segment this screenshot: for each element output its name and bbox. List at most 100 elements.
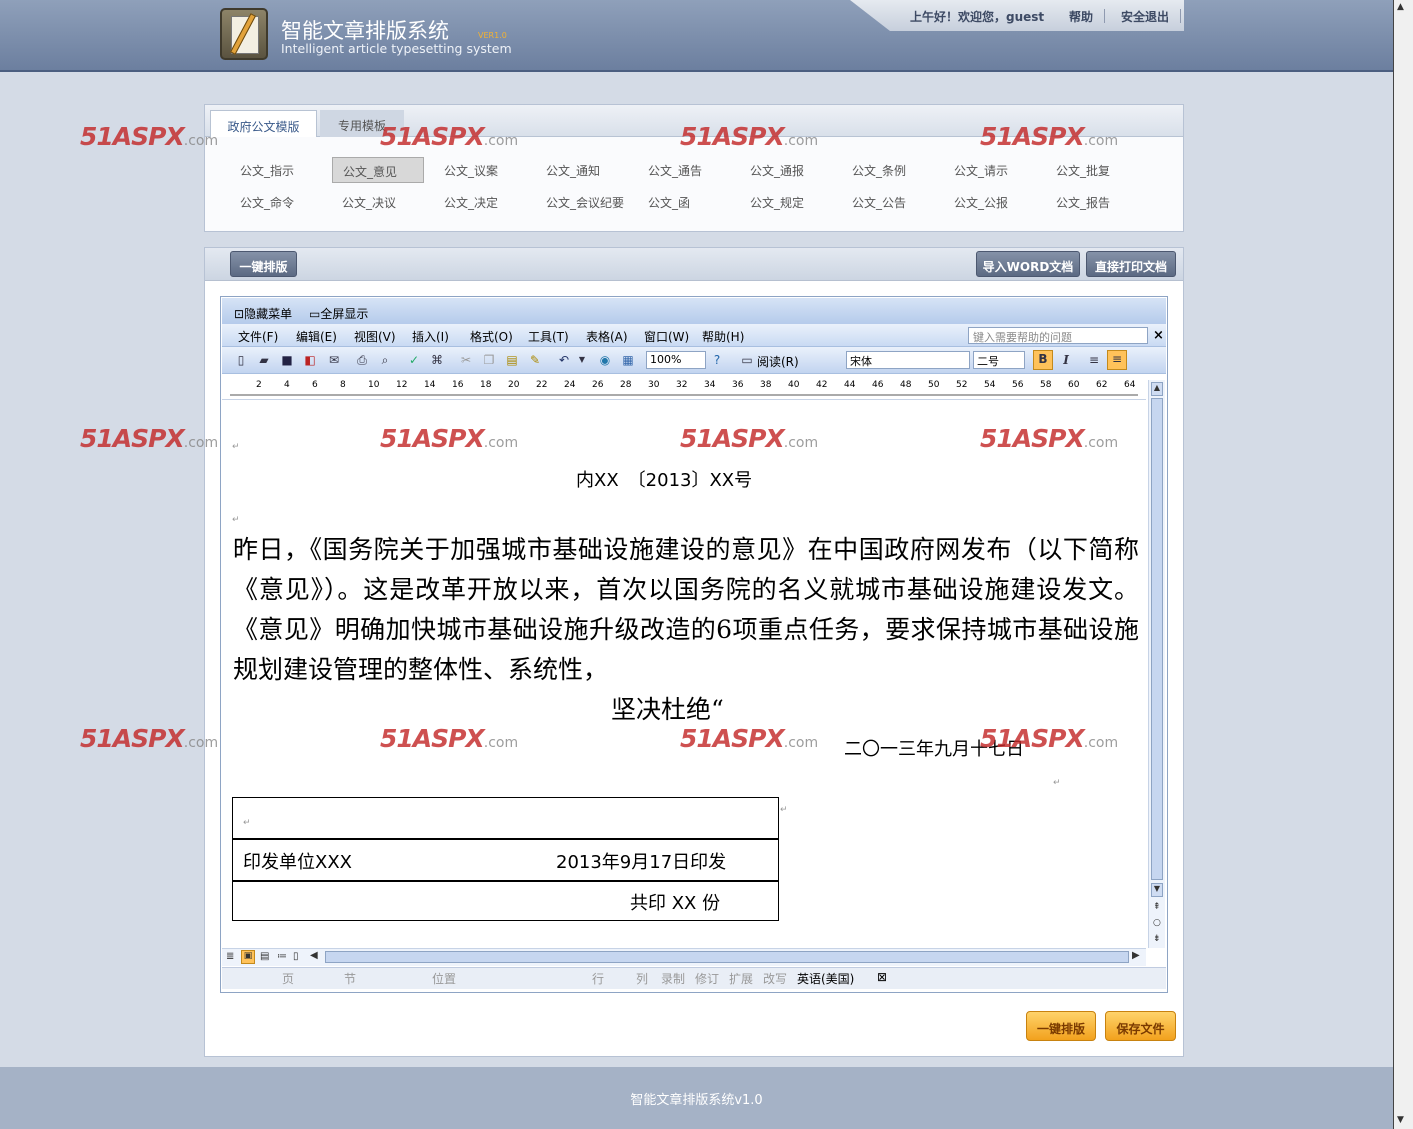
template-link[interactable]: 公文_议案: [434, 157, 526, 183]
template-link[interactable]: 公文_报告: [1046, 189, 1138, 215]
status-overwrite[interactable]: 改写: [763, 970, 787, 987]
scroll-thumb[interactable]: [325, 951, 1129, 963]
menu-file[interactable]: 文件(F): [238, 328, 278, 345]
template-link[interactable]: 公文_会议纪要: [536, 189, 636, 215]
research-icon[interactable]: ⌘: [429, 352, 445, 368]
template-link[interactable]: 公文_规定: [740, 189, 832, 215]
copy-icon[interactable]: ❐: [481, 352, 497, 368]
help-link[interactable]: 帮助: [1069, 8, 1093, 25]
undo-icon[interactable]: ↶: [556, 352, 572, 368]
save-file-button[interactable]: 保存文件: [1105, 1011, 1176, 1041]
ruler-tick-label: 22: [536, 380, 548, 390]
watermark-logo: 51ASPX.com: [680, 424, 819, 453]
menu-insert[interactable]: 插入(I): [412, 328, 449, 345]
reading-view-icon[interactable]: ▯: [293, 951, 299, 962]
close-icon[interactable]: ×: [1153, 328, 1164, 343]
browse-object-icon[interactable]: ○: [1153, 918, 1161, 928]
paste-icon[interactable]: ▤: [504, 352, 520, 368]
template-link[interactable]: 公文_请示: [944, 157, 1036, 183]
menu-table[interactable]: 表格(A): [586, 328, 628, 345]
fullscreen-button[interactable]: ▭全屏显示: [309, 305, 368, 322]
spelling-status-icon[interactable]: ⊠: [877, 970, 887, 984]
hide-menu-button[interactable]: ⊡隐藏菜单: [234, 305, 292, 322]
format-painter-icon[interactable]: ✎: [527, 352, 543, 368]
font-size-select[interactable]: 二号: [973, 351, 1025, 369]
hyperlink-icon[interactable]: ◉: [597, 352, 613, 368]
status-record[interactable]: 录制: [661, 970, 685, 987]
cut-icon[interactable]: ✂: [458, 352, 474, 368]
new-document-icon[interactable]: ▯: [233, 352, 249, 368]
menu-window[interactable]: 窗口(W): [644, 328, 689, 345]
status-revise[interactable]: 修订: [695, 970, 719, 987]
template-link[interactable]: 公文_决定: [434, 189, 526, 215]
scroll-down-icon[interactable]: ▼: [1397, 1115, 1404, 1125]
ruler-tick-label: 14: [424, 380, 436, 390]
page-view-icon[interactable]: ▣: [241, 950, 255, 964]
status-extend[interactable]: 扩展: [729, 970, 753, 987]
ruler-tick-label: 48: [900, 380, 912, 390]
scroll-left-icon[interactable]: ◀: [310, 950, 318, 961]
align-left-icon[interactable]: ≡: [1086, 352, 1102, 368]
template-link[interactable]: 公文_命令: [230, 189, 322, 215]
watermark-logo: 51ASPX.com: [980, 424, 1119, 453]
template-link[interactable]: 公文_公报: [944, 189, 1036, 215]
one-click-format-button[interactable]: 一键排版: [230, 251, 297, 277]
menu-view[interactable]: 视图(V): [354, 328, 396, 345]
template-link-selected[interactable]: 公文_意见: [332, 157, 424, 183]
save-disk-icon[interactable]: ■: [279, 352, 295, 368]
align-center-icon[interactable]: ≡: [1107, 350, 1127, 370]
print-icon[interactable]: ⎙: [354, 352, 370, 368]
scroll-down-icon[interactable]: ▼: [1151, 883, 1163, 897]
print-document-button[interactable]: 直接打印文档: [1086, 251, 1176, 277]
bottom-one-click-format-button[interactable]: 一键排版: [1026, 1011, 1096, 1041]
menu-tools[interactable]: 工具(T): [528, 328, 569, 345]
status-position: 位置: [432, 972, 457, 986]
table-icon[interactable]: ▦: [620, 352, 636, 368]
template-link[interactable]: 公文_通报: [740, 157, 832, 183]
read-mode-button[interactable]: 阅读(R): [757, 353, 799, 370]
template-link[interactable]: 公文_决议: [332, 189, 424, 215]
bold-icon[interactable]: B: [1033, 350, 1053, 370]
template-link[interactable]: 公文_通告: [638, 157, 730, 183]
menu-edit[interactable]: 编辑(E): [296, 328, 337, 345]
zoom-select[interactable]: 100%: [646, 351, 706, 369]
help-search-input[interactable]: 键入需要帮助的问题: [968, 327, 1148, 344]
document-horizontal-scrollbar[interactable]: ≣ ▣ ▤ ≔ ▯ ◀ ▶: [222, 948, 1146, 966]
italic-icon[interactable]: I: [1058, 352, 1074, 368]
template-link[interactable]: 公文_函: [638, 189, 730, 215]
logout-link[interactable]: 安全退出: [1121, 8, 1169, 25]
email-icon[interactable]: ✉: [326, 352, 342, 368]
scroll-up-icon[interactable]: ▲: [1397, 2, 1404, 12]
template-link[interactable]: 公文_条例: [842, 157, 934, 183]
scroll-up-icon[interactable]: ▲: [1151, 382, 1163, 396]
template-link[interactable]: 公文_公告: [842, 189, 934, 215]
body-text-last-line: 坚决杜绝“: [611, 695, 724, 724]
read-mode-icon[interactable]: ▭: [739, 352, 755, 368]
normal-view-icon[interactable]: ≣: [226, 951, 234, 962]
web-view-icon[interactable]: ▤: [260, 951, 269, 962]
template-link[interactable]: 公文_批复: [1046, 157, 1138, 183]
ruler-tick-label: 44: [844, 380, 856, 390]
next-page-icon[interactable]: ⇟: [1153, 934, 1161, 944]
import-word-button[interactable]: 导入WORD文档: [976, 251, 1080, 277]
outline-view-icon[interactable]: ≔: [277, 951, 287, 962]
font-name-select[interactable]: 宋体: [846, 351, 970, 369]
page-scrollbar[interactable]: ▲ ▼: [1393, 0, 1413, 1129]
open-folder-icon[interactable]: ▰: [256, 352, 272, 368]
document-vertical-scrollbar[interactable]: ▲ ▼ ⇞ ○ ⇟: [1148, 380, 1165, 948]
undo-dropdown-icon[interactable]: ▼: [574, 352, 590, 368]
scroll-right-icon[interactable]: ▶: [1132, 950, 1140, 961]
previous-page-icon[interactable]: ⇞: [1153, 902, 1161, 912]
app-subtitle: Intelligent article typesetting system: [281, 41, 512, 56]
template-link[interactable]: 公文_指示: [230, 157, 322, 183]
watermark-logo: 51ASPX.com: [80, 424, 219, 453]
menu-format[interactable]: 格式(O): [470, 328, 513, 345]
menu-help[interactable]: 帮助(H): [702, 328, 744, 345]
scroll-thumb[interactable]: [1151, 398, 1163, 880]
template-link[interactable]: 公文_通知: [536, 157, 628, 183]
help-circle-icon[interactable]: ?: [709, 352, 725, 368]
tab-government-templates[interactable]: 政府公文模版: [210, 110, 317, 137]
permission-icon[interactable]: ◧: [302, 352, 318, 368]
spelling-icon[interactable]: ✓: [406, 352, 422, 368]
print-preview-icon[interactable]: ⌕: [377, 352, 393, 368]
